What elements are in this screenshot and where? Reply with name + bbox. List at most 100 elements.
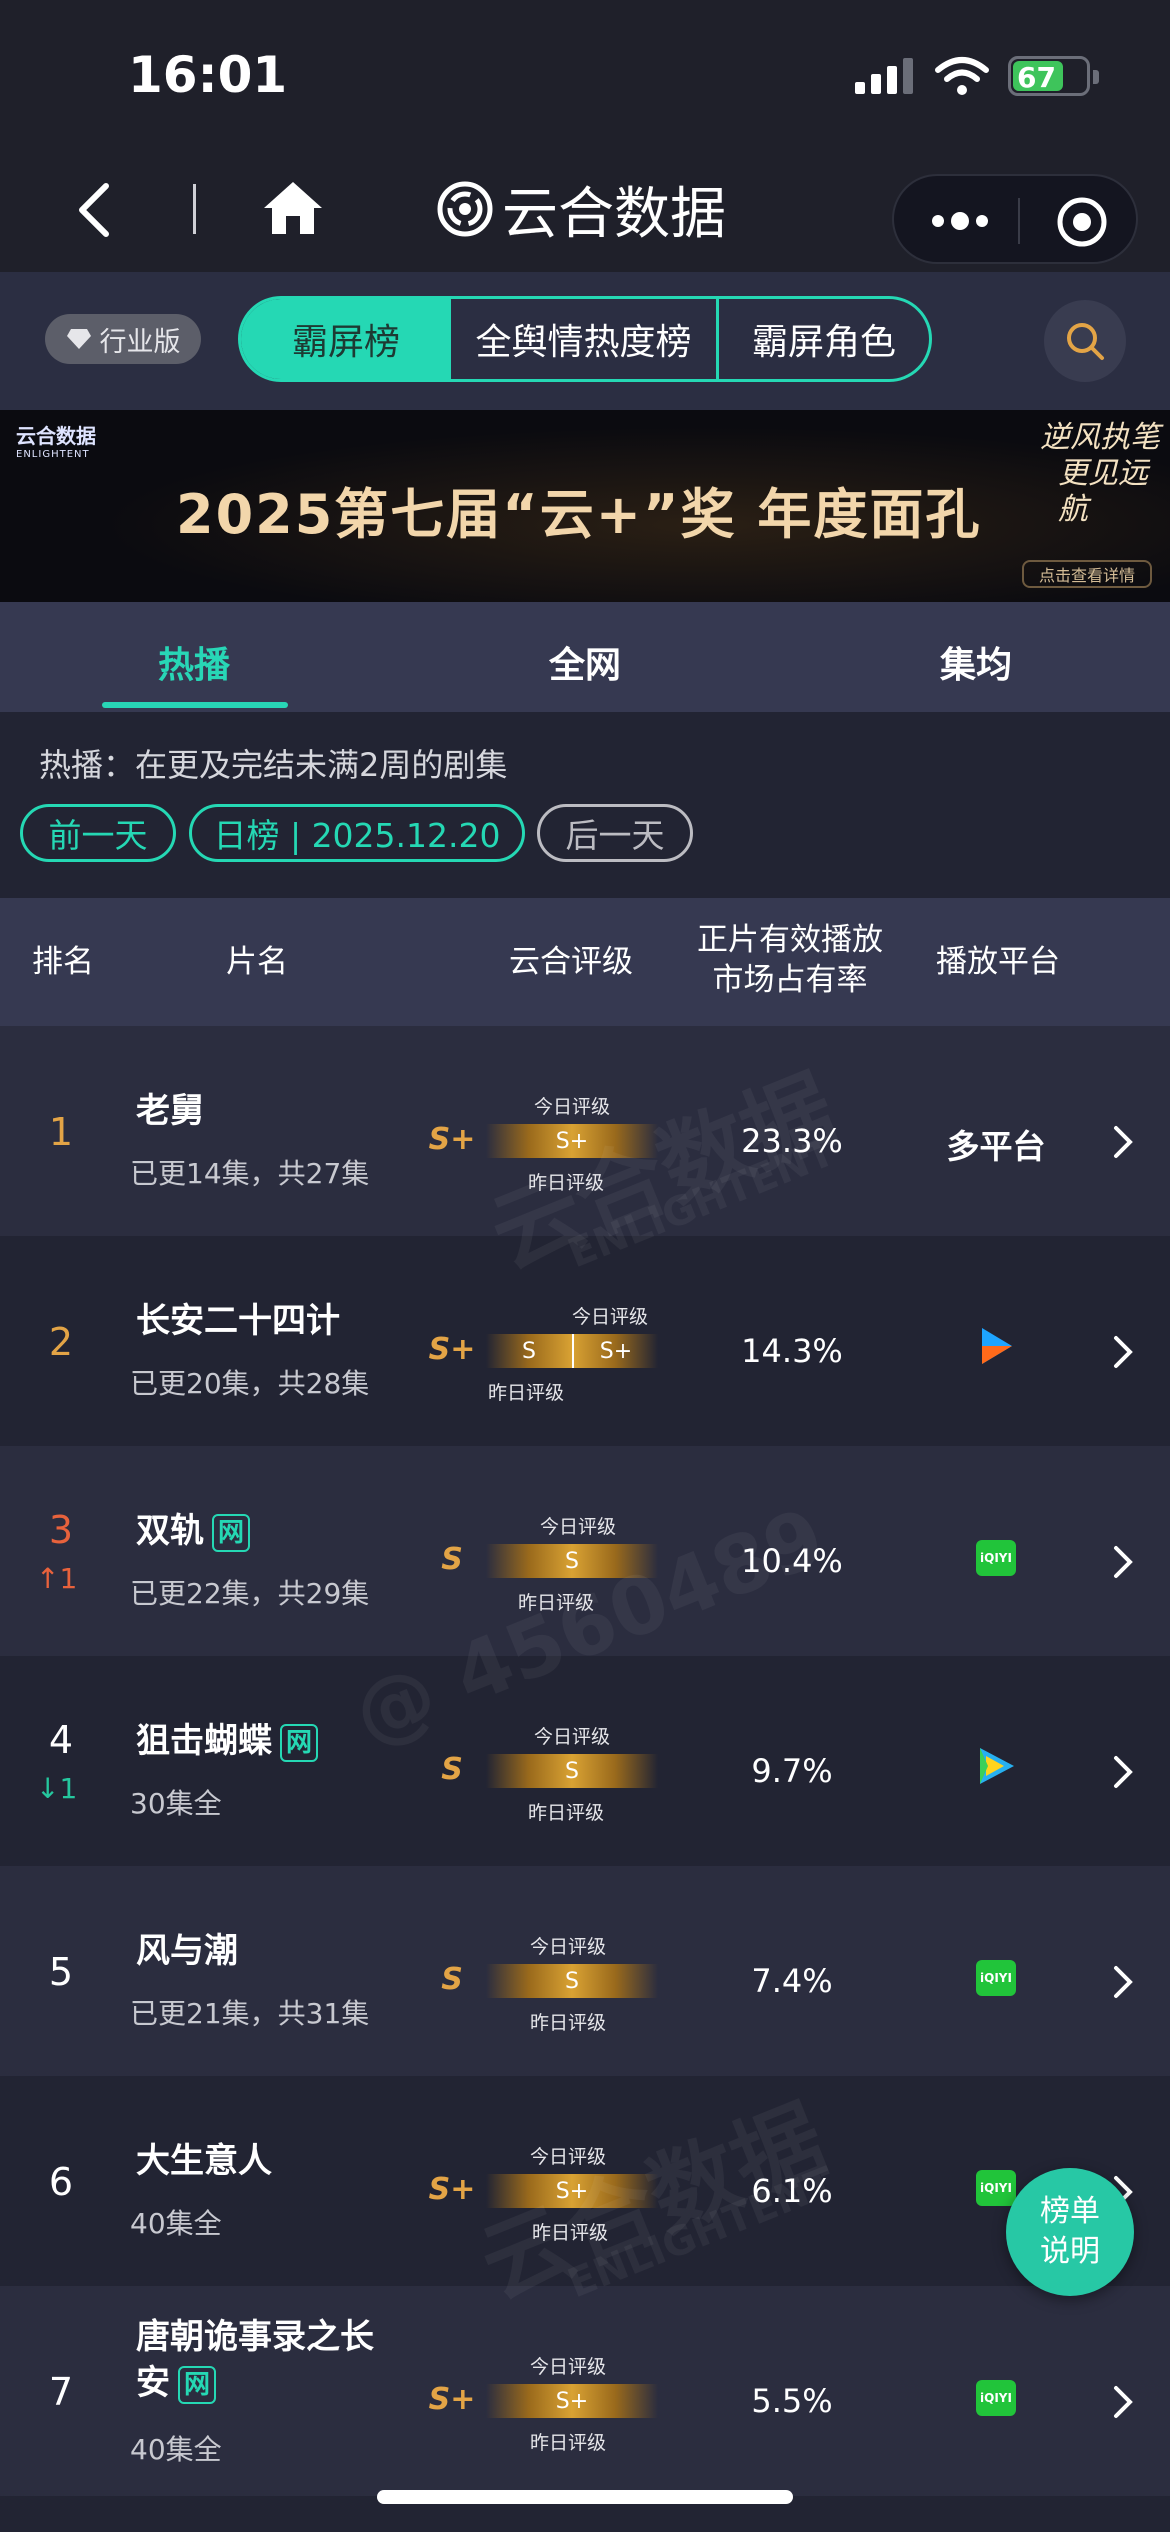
iqiyi-icon: iQIYI: [976, 1540, 1016, 1576]
grade-badge: S+: [428, 1332, 476, 1367]
col-market-share: 正片有效播放 市场占有率: [697, 922, 883, 998]
iqiyi-icon: iQIYI: [976, 2170, 1016, 2206]
rank-change-up: ↑1: [36, 1562, 78, 1595]
close-miniprogram-icon[interactable]: [1056, 196, 1108, 248]
episode-progress: 已更21集，共31集: [130, 1997, 370, 2030]
tab-hot-broadcast[interactable]: 热播: [158, 636, 230, 688]
ranking-explanation-button[interactable]: 榜单 说明: [1006, 2168, 1134, 2296]
industry-edition-badge[interactable]: 行业版: [45, 314, 201, 364]
banner-calligraphy: 逆风执笔 更见远航: [1040, 420, 1160, 527]
episode-progress: 已更20集，共28集: [130, 1367, 370, 1400]
show-title: 大生意人: [136, 2141, 272, 2181]
today-grade-label: 今日评级: [530, 2356, 607, 2378]
market-share: 9.7%: [751, 1752, 833, 1790]
chevron-right-icon[interactable]: [1110, 1962, 1136, 2002]
date-selector[interactable]: 日榜 | 2025.12.20: [189, 804, 525, 862]
nav-divider: [193, 184, 196, 234]
back-icon[interactable]: [72, 180, 122, 240]
table-row[interactable]: 7 唐朝诡事录之长 安网 40集全 S+ 今日评级 S+ 昨日评级 5.5% i…: [0, 2286, 1170, 2496]
ranking-type-tabs: 霸屏榜 全舆情热度榜 霸屏角色: [238, 296, 932, 382]
tab-dominance-list[interactable]: 霸屏榜: [241, 299, 451, 379]
platform: iQIYI: [906, 1960, 1086, 1996]
episode-progress: 40集全: [130, 2433, 222, 2466]
yunhe-logo-icon: [437, 181, 493, 237]
iqiyi-icon: iQIYI: [976, 1960, 1016, 1996]
chevron-right-icon[interactable]: [1110, 1332, 1136, 1372]
show-title: 唐朝诡事录之长 安网: [136, 2317, 374, 2404]
rank-change-down: ↓1: [36, 1772, 78, 1805]
yesterday-grade-label: 昨日评级: [528, 1802, 605, 1824]
prev-day-button[interactable]: 前一天: [20, 804, 176, 862]
tab-sentiment-heat[interactable]: 全舆情热度榜: [451, 299, 719, 379]
industry-badge-label: 行业版: [99, 326, 181, 358]
page-title: 云合数据: [436, 174, 726, 247]
show-title: 长安二十四计: [136, 1301, 340, 1341]
table-row[interactable]: 4 ↓1 狙击蝴蝶网 30集全 S 今日评级 S 昨日评级 9.7%: [0, 1656, 1170, 1866]
col-rank: 排名: [32, 944, 94, 980]
today-grade-label: 今日评级: [530, 1936, 607, 1958]
ranking-filter-bar: 行业版 霸屏榜 全舆情热度榜 霸屏角色: [0, 272, 1170, 410]
rank-number: 1: [48, 1110, 74, 1154]
show-title: 狙击蝴蝶网: [136, 1718, 318, 1764]
grade-bar: S S+: [486, 1334, 658, 1368]
wifi-icon: [935, 57, 989, 95]
tab-whole-network[interactable]: 全网: [549, 636, 621, 688]
grade-badge: S: [441, 1542, 463, 1577]
rank-number: 2: [48, 1320, 74, 1364]
rank-number: 4: [48, 1718, 74, 1762]
rank-number: 5: [48, 1950, 74, 1994]
chevron-right-icon[interactable]: [1110, 1752, 1136, 1792]
episode-progress: 已更22集，共29集: [130, 1577, 370, 1610]
banner-detail-button[interactable]: 点击查看详情: [1022, 560, 1152, 588]
today-grade-label: 今日评级: [540, 1516, 617, 1538]
home-icon[interactable]: [262, 178, 324, 238]
episode-progress: 已更14集，共27集: [130, 1157, 370, 1190]
grade-badge: S: [441, 1962, 463, 1997]
episode-progress: 40集全: [130, 2207, 222, 2240]
col-platform: 播放平台: [936, 944, 1060, 980]
table-row[interactable]: 5 风与潮 已更21集，共31集 S 今日评级 S 昨日评级 7.4% iQIY…: [0, 1866, 1170, 2076]
market-share: 7.4%: [751, 1962, 833, 2000]
next-day-button[interactable]: 后一天: [537, 804, 693, 862]
promo-banner[interactable]: 云合数据 ENLIGHTENT 2025第七届“云+”奖 年度面孔 逆风执笔 更…: [0, 410, 1170, 602]
rank-number: 3: [48, 1508, 74, 1552]
chevron-right-icon[interactable]: [1110, 1122, 1136, 1162]
col-grade: 云合评级: [509, 944, 633, 980]
platform: 多平台: [946, 1127, 1046, 1166]
episode-progress: 30集全: [130, 1787, 222, 1820]
diamond-icon: [66, 329, 91, 349]
youku-icon: [982, 1328, 1012, 1364]
today-grade-label: 今日评级: [534, 1726, 611, 1748]
grade-badge: S+: [428, 1122, 476, 1157]
tab-dominance-roles[interactable]: 霸屏角色: [719, 299, 929, 379]
nav-bar: 云合数据: [0, 150, 1170, 272]
list-description: 热播：在更及完结未满2周的剧集: [39, 746, 508, 784]
chevron-right-icon[interactable]: [1110, 1542, 1136, 1582]
yesterday-grade-label: 昨日评级: [530, 2432, 607, 2454]
web-drama-tag: 网: [212, 1513, 250, 1552]
grade-bar: S: [486, 1754, 658, 1788]
iqiyi-icon: iQIYI: [976, 2380, 1016, 2416]
grade-bar: S: [486, 1964, 658, 1998]
search-button[interactable]: [1044, 300, 1126, 382]
active-tab-indicator: [102, 702, 288, 708]
web-drama-tag: 网: [280, 1723, 318, 1762]
platform: [906, 1324, 1086, 1372]
more-icon[interactable]: [928, 206, 992, 236]
yesterday-grade-label: 昨日评级: [530, 2012, 607, 2034]
today-grade-label: 今日评级: [572, 1306, 649, 1328]
cellular-signal-icon: [855, 58, 913, 94]
yesterday-grade-label: 昨日评级: [488, 1382, 565, 1404]
miniprogram-capsule: [892, 174, 1138, 264]
grade-badge: S: [441, 1752, 463, 1787]
col-title: 片名: [226, 944, 288, 980]
chevron-right-icon[interactable]: [1110, 2382, 1136, 2422]
tab-per-episode[interactable]: 集均: [940, 636, 1012, 688]
show-title: 风与潮: [136, 1931, 238, 1971]
grade-badge: S+: [428, 2382, 476, 2417]
grade-bar: S+: [486, 2384, 658, 2418]
home-indicator: [377, 2490, 793, 2504]
battery-level: 67: [1017, 61, 1056, 94]
platform: [906, 1744, 1086, 1792]
search-icon: [1067, 323, 1104, 360]
